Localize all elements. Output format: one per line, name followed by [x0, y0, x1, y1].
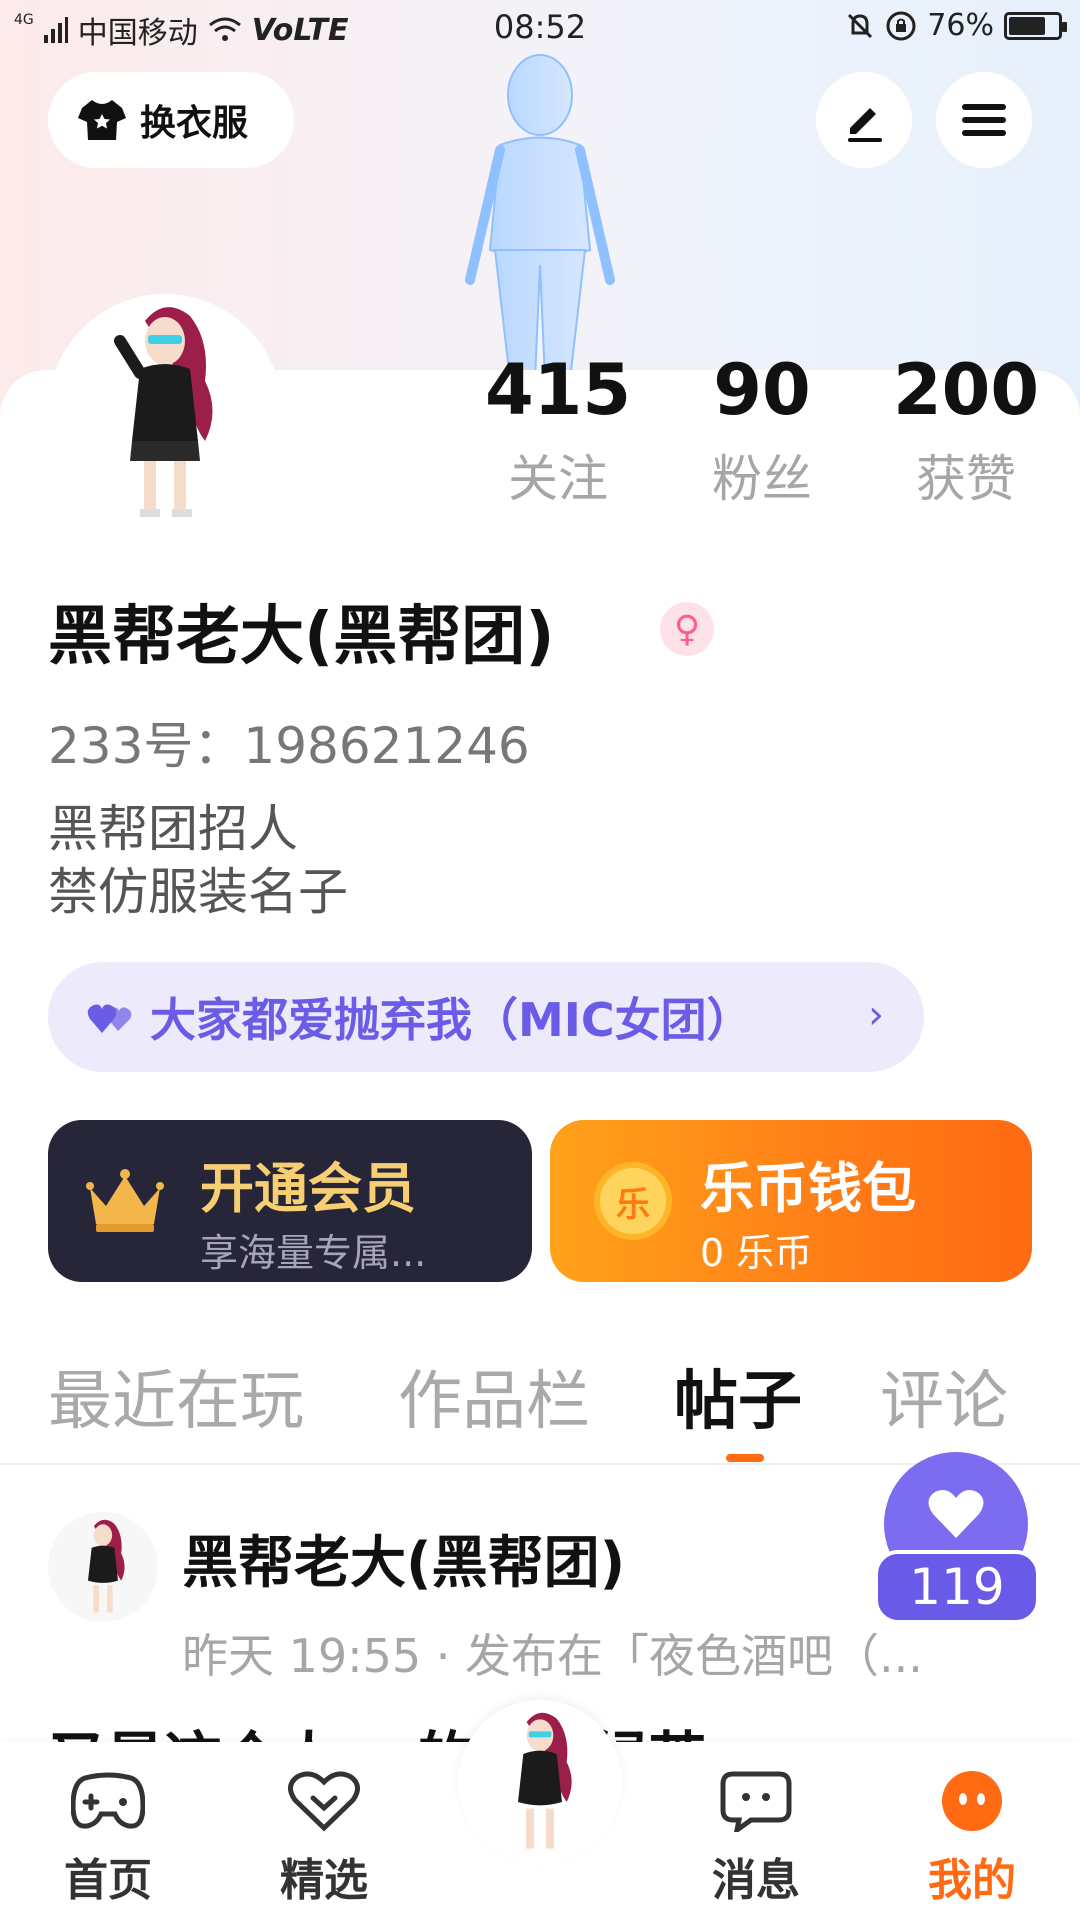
bio-line: 禁仿服装名子 — [48, 863, 348, 921]
crown-icon — [86, 1169, 164, 1232]
female-gender-icon: ♀ — [660, 602, 714, 656]
vip-membership-card[interactable]: 开通会员 享海量专属... — [48, 1120, 532, 1282]
post-author-name[interactable]: 黑帮老大(黑帮团) — [182, 1518, 625, 1599]
battery-icon — [1004, 11, 1067, 40]
bio-line: 黑帮团招人 — [48, 800, 298, 858]
avatar-character-image — [88, 1519, 125, 1613]
active-tab-indicator — [726, 1454, 764, 1462]
avatar-character-image — [114, 307, 213, 517]
group-name: 大家都爱抛弃我（MIC女团） — [150, 993, 753, 1047]
vip-subtitle: 享海量专属... — [200, 1231, 427, 1275]
nav-messages[interactable]: 消息 — [676, 1770, 836, 1908]
rotation-lock-icon — [886, 11, 916, 40]
tab-comments[interactable]: 评论 — [880, 1350, 1008, 1442]
coin-icon: 乐 — [594, 1162, 672, 1240]
nav-messages-label: 消息 — [712, 1855, 800, 1906]
nav-me[interactable]: 我的 — [892, 1770, 1052, 1908]
nav-home[interactable]: 首页 — [28, 1770, 188, 1908]
nav-me-label: 我的 — [928, 1855, 1016, 1906]
tshirt-icon — [78, 100, 126, 140]
edit-pen-icon — [848, 108, 882, 142]
wallet-title: 乐币钱包 — [700, 1157, 916, 1220]
mute-bell-icon — [848, 13, 873, 38]
gamepad-icon — [70, 1772, 146, 1829]
following-count: 415 — [484, 349, 632, 431]
vip-title: 开通会员 — [200, 1157, 416, 1220]
tab-posts[interactable]: 帖子 — [674, 1350, 802, 1442]
heart-icon — [928, 1490, 984, 1538]
stat-following[interactable]: 415 关注 — [458, 352, 658, 511]
post-author-avatar[interactable] — [48, 1512, 158, 1622]
like-count: 119 — [874, 1550, 1040, 1624]
likes-count: 200 — [892, 349, 1040, 431]
status-bar: 4G 中国移动 VoLTE 08:52 76% — [0, 0, 1080, 56]
user-id[interactable]: 233号：198621246 — [48, 706, 530, 778]
username: 黑帮老大(黑帮团) — [48, 600, 555, 674]
edit-profile-button[interactable] — [816, 72, 912, 168]
nav-avatar-button[interactable] — [458, 1700, 622, 1864]
double-heart-icon — [87, 1004, 132, 1033]
change-outfit-button[interactable]: 换衣服 — [48, 72, 294, 168]
following-label: 关注 — [508, 450, 608, 508]
bio: 黑帮团招人 禁仿服装名子 — [48, 798, 348, 924]
wallet-card[interactable]: 乐 乐币钱包 0 乐币 — [550, 1120, 1032, 1282]
nav-featured[interactable]: 精选 — [244, 1770, 404, 1908]
wallet-balance: 0 乐币 — [700, 1231, 813, 1275]
hamburger-menu-icon — [962, 104, 1006, 136]
chat-bubble-icon — [720, 1771, 792, 1836]
stat-followers[interactable]: 90 粉丝 — [662, 352, 862, 511]
battery-percent: 76% — [927, 8, 994, 43]
change-outfit-label: 换衣服 — [140, 103, 249, 144]
tab-works[interactable]: 作品栏 — [398, 1350, 590, 1442]
followers-label: 粉丝 — [712, 450, 812, 508]
profile-face-icon — [942, 1771, 1002, 1831]
tab-recently-played[interactable]: 最近在玩 — [48, 1350, 304, 1442]
post-meta: 昨天 19:55 · 发布在「夜色酒吧（... — [182, 1629, 923, 1683]
menu-button[interactable] — [936, 72, 1032, 168]
avatar-hologram-image — [465, 54, 615, 380]
nav-home-label: 首页 — [64, 1855, 152, 1906]
chevron-right-icon: › — [868, 992, 884, 1038]
profile-avatar[interactable] — [48, 294, 282, 528]
avatar-character-image — [518, 1712, 572, 1849]
heart-outline-icon — [288, 1771, 360, 1832]
likes-label: 获赞 — [916, 450, 1016, 508]
profile-tabs: 最近在玩 作品栏 帖子 评论 — [0, 1350, 1080, 1462]
stat-likes[interactable]: 200 获赞 — [866, 352, 1066, 511]
group-link[interactable]: 大家都爱抛弃我（MIC女团） › — [48, 962, 924, 1072]
followers-count: 90 — [713, 349, 811, 431]
nav-featured-label: 精选 — [280, 1855, 368, 1906]
